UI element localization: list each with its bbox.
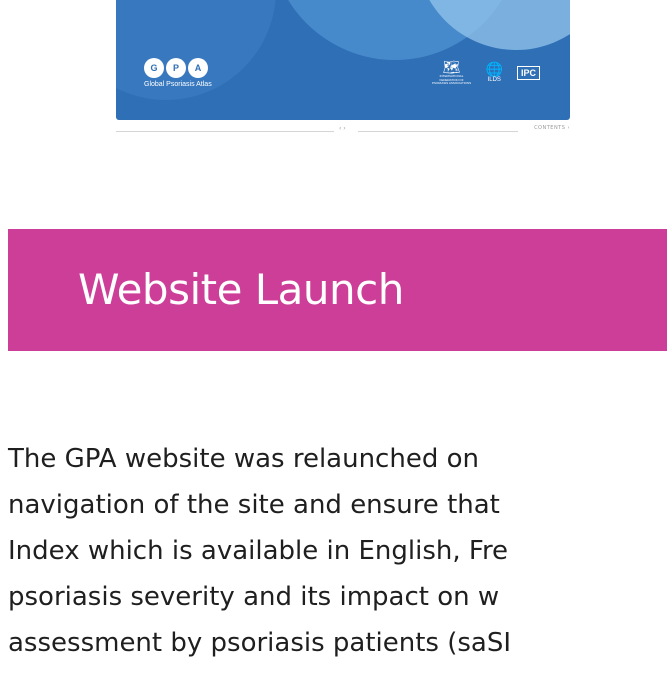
body-line: The GPA website was relaunched on xyxy=(8,444,479,474)
gpa-letter: P xyxy=(166,58,186,78)
ipc-logo: IPC xyxy=(516,65,540,80)
body-line: Index which is available in English, Fre xyxy=(8,536,509,566)
gpa-letter: G xyxy=(144,58,164,78)
body-line: psoriasis severity and its impact on w xyxy=(8,582,500,612)
contents-link[interactable]: CONTENTS › xyxy=(534,125,570,131)
ilds-label: ILDS xyxy=(487,77,501,84)
gpa-logo: G P A Global Psoriasis Atlas xyxy=(144,58,212,88)
section-title: Website Launch xyxy=(78,265,404,314)
ifpa-logo: 🗺 INTERNATIONAL FEDERATION OF PSORIASIS … xyxy=(431,59,472,85)
report-cover-image: G P A Global Psoriasis Atlas 🗺 INTERNATI… xyxy=(116,0,570,120)
divider xyxy=(116,131,334,132)
page-navigation: ‹ › CONTENTS › xyxy=(116,124,570,138)
partner-logos: 🗺 INTERNATIONAL FEDERATION OF PSORIASIS … xyxy=(431,59,540,85)
globe-icon: 🌐 xyxy=(485,60,503,77)
body-line: assessment by psoriasis patients (saSI xyxy=(8,628,512,658)
body-line: navigation of the site and ensure that xyxy=(8,490,500,520)
world-map-icon: 🗺 xyxy=(442,59,461,75)
page-nav-arrows[interactable]: ‹ › xyxy=(339,125,346,132)
gpa-caption: Global Psoriasis Atlas xyxy=(144,81,212,88)
section-banner: Website Launch xyxy=(8,229,667,351)
ilds-logo: 🌐 ILDS xyxy=(485,60,503,84)
ifpa-label: INTERNATIONAL FEDERATION OF PSORIASIS AS… xyxy=(431,74,472,85)
divider xyxy=(358,131,518,132)
body-paragraph: The GPA website was relaunched on naviga… xyxy=(8,436,667,666)
gpa-letter: A xyxy=(188,58,208,78)
